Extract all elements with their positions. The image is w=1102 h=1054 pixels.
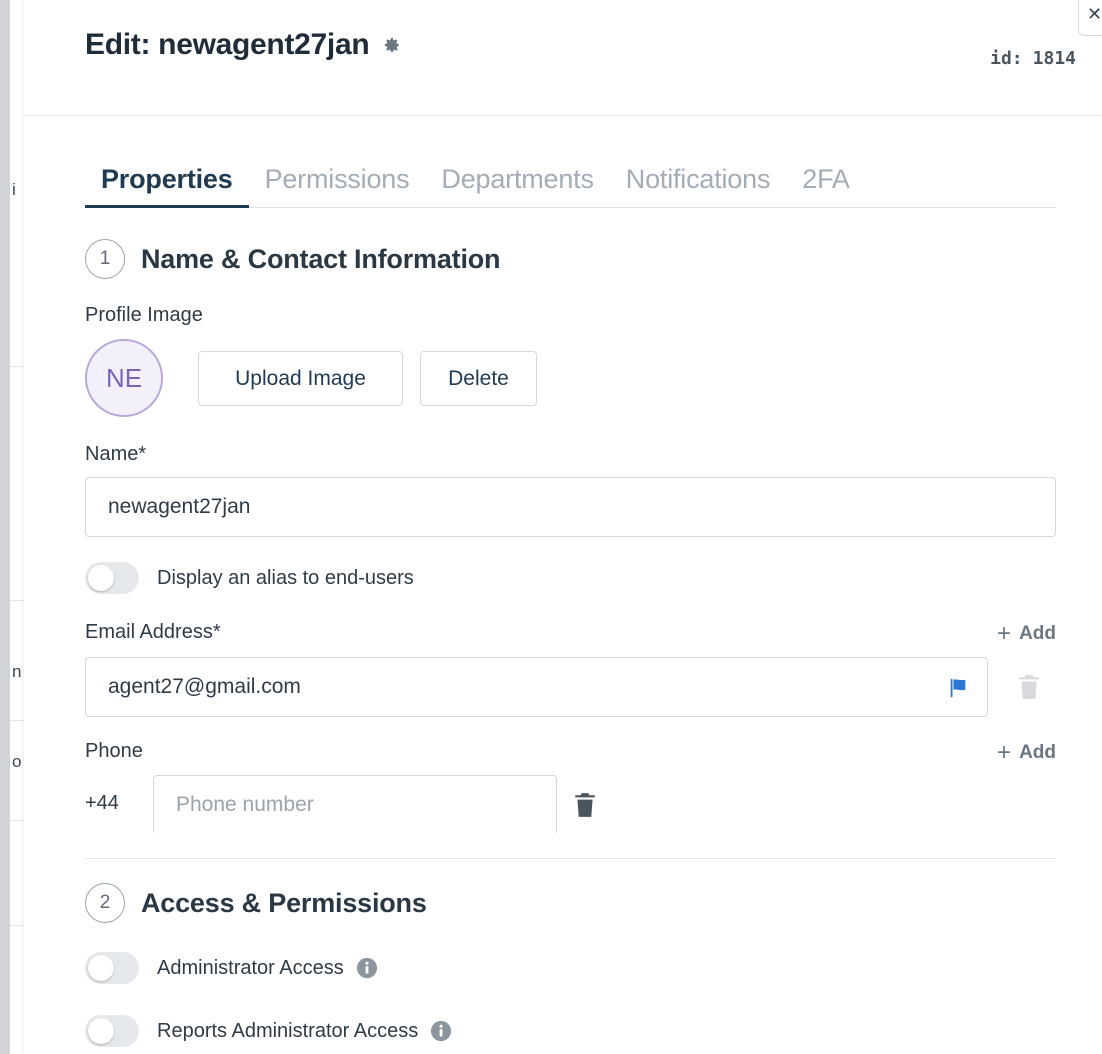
background-text-fragment: n (12, 662, 22, 681)
panel-header: Edit: newagent27jan id: 1814 ✕ (24, 0, 1102, 116)
tab-notifications[interactable]: Notifications (610, 158, 786, 208)
email-input-value: agent27@gmail.com (108, 675, 301, 698)
section-name-contact: 1 Name & Contact Information (85, 239, 501, 279)
name-input[interactable]: newagent27jan (85, 477, 1056, 537)
avatar: NE (85, 339, 163, 417)
agent-id: id: 1814 (990, 48, 1076, 69)
add-email-label: Add (1019, 623, 1056, 644)
plus-icon: + (997, 739, 1012, 766)
alias-toggle-row: Display an alias to end-users (85, 562, 414, 594)
background-text-fragment: i (12, 180, 16, 199)
page-title: Edit: newagent27jan (85, 28, 401, 62)
alias-toggle[interactable] (85, 562, 139, 594)
trash-icon[interactable] (1018, 674, 1040, 700)
reports-admin-toggle[interactable] (85, 1015, 139, 1047)
alias-toggle-label: Display an alias to end-users (157, 566, 414, 589)
upload-image-button[interactable]: Upload Image (198, 351, 403, 406)
page-title-text: Edit: newagent27jan (85, 28, 370, 61)
background-divider (10, 925, 24, 926)
background-divider (10, 600, 24, 601)
phone-label: Phone (85, 740, 143, 762)
tab-permissions[interactable]: Permissions (249, 158, 426, 208)
name-input-value: newagent27jan (108, 495, 251, 518)
tab-2fa[interactable]: 2FA (786, 158, 865, 208)
agent-id-label: id: (990, 48, 1023, 69)
email-label: Email Address* (85, 621, 221, 643)
name-label: Name* (85, 443, 147, 465)
admin-access-row: Administrator Access (85, 952, 378, 984)
step-number-badge: 1 (85, 239, 125, 279)
phone-input[interactable]: Phone number (153, 775, 557, 833)
email-input[interactable]: agent27@gmail.com (85, 657, 988, 717)
reports-admin-row: Reports Administrator Access (85, 1015, 452, 1047)
section-access-permissions: 2 Access & Permissions (85, 883, 427, 923)
add-phone-label: Add (1019, 742, 1056, 763)
background-page-edge: i n o (0, 0, 24, 1054)
add-phone-button[interactable]: + Add (997, 739, 1056, 767)
section-divider (85, 858, 1056, 859)
close-button[interactable]: ✕ (1078, 0, 1102, 36)
agent-id-value: 1814 (1032, 48, 1076, 69)
profile-image-label: Profile Image (85, 304, 203, 326)
background-text-fragment: o (12, 752, 22, 771)
phone-input-placeholder: Phone number (176, 792, 314, 816)
tab-departments[interactable]: Departments (425, 158, 609, 208)
add-email-button[interactable]: + Add (997, 620, 1056, 648)
section-title: Access & Permissions (141, 887, 427, 918)
close-icon: ✕ (1087, 4, 1102, 24)
trash-icon[interactable] (574, 792, 596, 818)
section-title: Name & Contact Information (141, 243, 501, 274)
background-shade (0, 0, 10, 1054)
background-divider (10, 720, 24, 721)
step-number-badge: 2 (85, 883, 125, 923)
tab-properties[interactable]: Properties (85, 158, 249, 208)
info-icon[interactable] (356, 957, 378, 979)
delete-image-button[interactable]: Delete (420, 351, 537, 406)
tab-bar: Properties Permissions Departments Notif… (85, 158, 1056, 208)
info-icon[interactable] (430, 1020, 452, 1042)
admin-access-toggle[interactable] (85, 952, 139, 984)
background-divider (10, 820, 24, 821)
background-divider (10, 366, 24, 367)
gear-icon[interactable] (383, 36, 401, 54)
phone-country-code[interactable]: +44 (85, 792, 119, 815)
reports-admin-label: Reports Administrator Access (157, 1019, 419, 1042)
edit-agent-panel: Edit: newagent27jan id: 1814 ✕ Properties… (24, 0, 1102, 1054)
flag-icon[interactable] (947, 677, 969, 699)
plus-icon: + (997, 620, 1012, 647)
admin-access-label: Administrator Access (157, 956, 344, 979)
